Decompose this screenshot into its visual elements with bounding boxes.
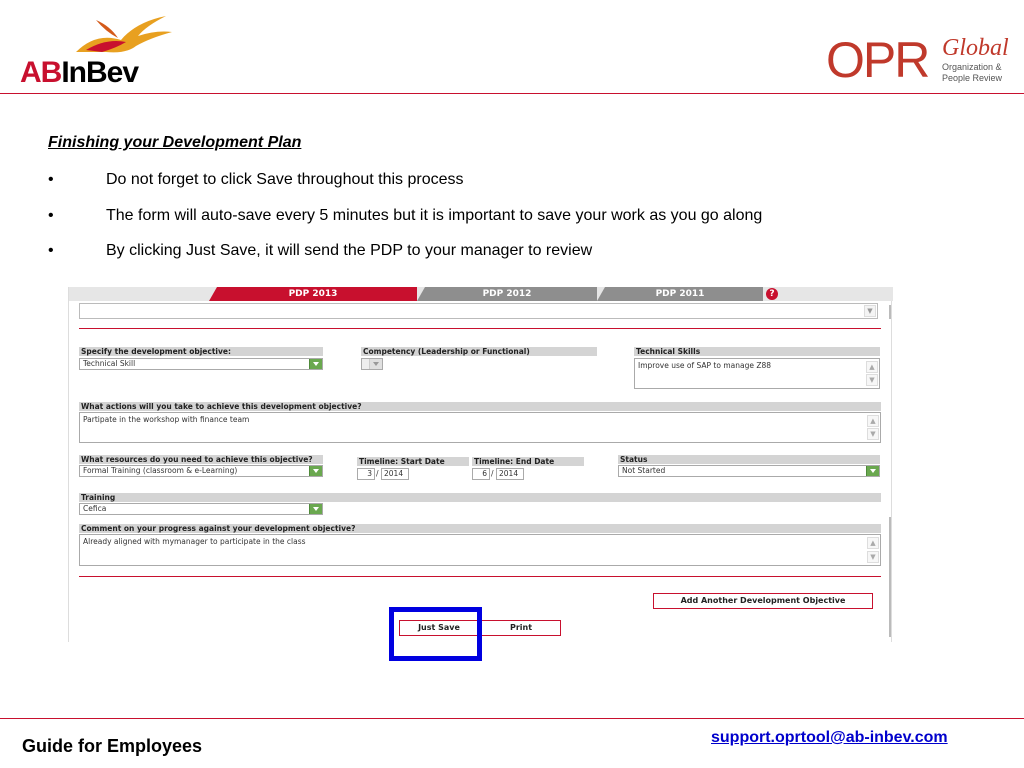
scroll-down-icon[interactable]: ▼ (867, 428, 879, 440)
scroll-down-icon[interactable]: ▼ (864, 305, 876, 317)
chevron-down-icon[interactable] (309, 359, 322, 369)
scroll-down-icon[interactable]: ▼ (867, 551, 879, 563)
comment-value: Already aligned with mymanager to partic… (83, 537, 306, 546)
training-select[interactable]: Cefica (79, 503, 323, 515)
opr-global-logo: OPR Global Organization & People Review (826, 32, 1016, 88)
actions-textarea[interactable]: Partipate in the workshop with finance t… (79, 412, 881, 443)
bullet-text: Do not forget to click Save throughout t… (106, 171, 464, 188)
end-date-label: Timeline: End Date (472, 457, 584, 466)
end-date-field[interactable]: 6 / 2014 (472, 468, 528, 480)
print-button[interactable]: Print (481, 620, 561, 636)
chevron-down-icon[interactable] (866, 466, 879, 476)
previous-text-area[interactable]: ▼ (79, 303, 878, 319)
comment-label: Comment on your progress against your de… (79, 524, 881, 533)
opr-logo-text: OPR (826, 32, 930, 88)
technical-skills-textarea[interactable]: Improve use of SAP to manage Z88 ▲ ▼ (634, 358, 880, 389)
scroll-down-icon[interactable]: ▼ (866, 374, 878, 386)
date-separator: / (491, 469, 494, 478)
section-title: Finishing your Development Plan (48, 134, 302, 151)
resources-select[interactable]: Formal Training (classroom & e-Learning) (79, 465, 323, 477)
training-value: Cefica (83, 504, 107, 513)
training-label: Training (79, 493, 881, 502)
date-separator: / (376, 469, 379, 478)
competency-label: Competency (Leadership or Functional) (361, 347, 597, 356)
scrollbar[interactable] (889, 517, 891, 637)
header-divider (0, 93, 1024, 94)
add-objective-button[interactable]: Add Another Development Objective (653, 593, 873, 609)
actions-value: Partipate in the workshop with finance t… (83, 415, 250, 424)
tab-pdp-2011[interactable]: PDP 2011 (597, 287, 763, 301)
technical-skills-value: Improve use of SAP to manage Z88 (638, 361, 772, 370)
footer-divider (0, 718, 1024, 719)
opr-subtitle: Organization & People Review (942, 62, 1002, 84)
slide-header: ABInBev OPR Global Organization & People… (0, 0, 1024, 94)
section-divider (79, 576, 881, 577)
technical-skills-label: Technical Skills (634, 347, 880, 356)
bird-icon (76, 16, 172, 53)
status-select[interactable]: Not Started (618, 465, 880, 477)
resources-label: What resources do you need to achieve th… (79, 455, 323, 464)
tab-pdp-2012[interactable]: PDP 2012 (417, 287, 597, 301)
start-month-input[interactable]: 3 (357, 468, 375, 480)
tab-pdp-2013[interactable]: PDP 2013 (209, 287, 417, 301)
bullet-text: The form will auto-save every 5 minutes … (106, 207, 763, 224)
status-label: Status (618, 455, 880, 464)
end-month-input[interactable]: 6 (472, 468, 490, 480)
dev-objective-value: Technical Skill (83, 359, 136, 368)
actions-label: What actions will you take to achieve th… (79, 402, 881, 411)
opr-global-text: Global (942, 35, 1009, 61)
scroll-up-icon[interactable]: ▲ (867, 415, 879, 427)
chevron-down-icon[interactable] (309, 466, 322, 476)
logo-ab-text: AB (20, 56, 62, 89)
comment-textarea[interactable]: Already aligned with mymanager to partic… (79, 534, 881, 566)
opr-subtitle-line2: People Review (942, 73, 1003, 83)
competency-select[interactable] (361, 358, 383, 370)
chevron-down-icon[interactable] (369, 359, 382, 369)
end-year-input[interactable]: 2014 (496, 468, 524, 480)
support-email-link[interactable]: support.oprtool@ab-inbev.com (711, 729, 948, 747)
abinbev-logo: ABInBev (16, 12, 176, 90)
section-divider (79, 328, 881, 329)
logo-inbev-text: InBev (61, 56, 139, 89)
bullet-symbol: • (48, 242, 54, 259)
dev-objective-select[interactable]: Technical Skill (79, 358, 323, 370)
opr-subtitle-line1: Organization & (942, 62, 1002, 72)
tab-bar: PDP 2013 PDP 2012 PDP 2011 ? (69, 287, 893, 301)
start-year-input[interactable]: 2014 (381, 468, 409, 480)
start-date-label: Timeline: Start Date (357, 457, 469, 466)
scroll-up-icon[interactable]: ▲ (867, 537, 879, 549)
start-date-field[interactable]: 3 / 2014 (357, 468, 413, 480)
abinbev-wordmark: ABInBev (20, 56, 139, 90)
bullet-symbol: • (48, 171, 54, 188)
highlight-box (389, 607, 482, 661)
pdp-form: PDP 2013 PDP 2012 PDP 2011 ? ▼ Specify t… (68, 287, 893, 642)
resources-value: Formal Training (classroom & e-Learning) (83, 466, 238, 475)
dev-objective-label: Specify the development objective: (79, 347, 323, 356)
footer-title: Guide for Employees (22, 736, 203, 756)
help-icon[interactable]: ? (766, 288, 778, 300)
bullet-symbol: • (48, 207, 54, 224)
scrollbar[interactable] (889, 305, 891, 319)
bullet-text: By clicking Just Save, it will send the … (106, 242, 593, 259)
chevron-down-icon[interactable] (309, 504, 322, 514)
scroll-up-icon[interactable]: ▲ (866, 361, 878, 373)
status-value: Not Started (622, 466, 666, 475)
